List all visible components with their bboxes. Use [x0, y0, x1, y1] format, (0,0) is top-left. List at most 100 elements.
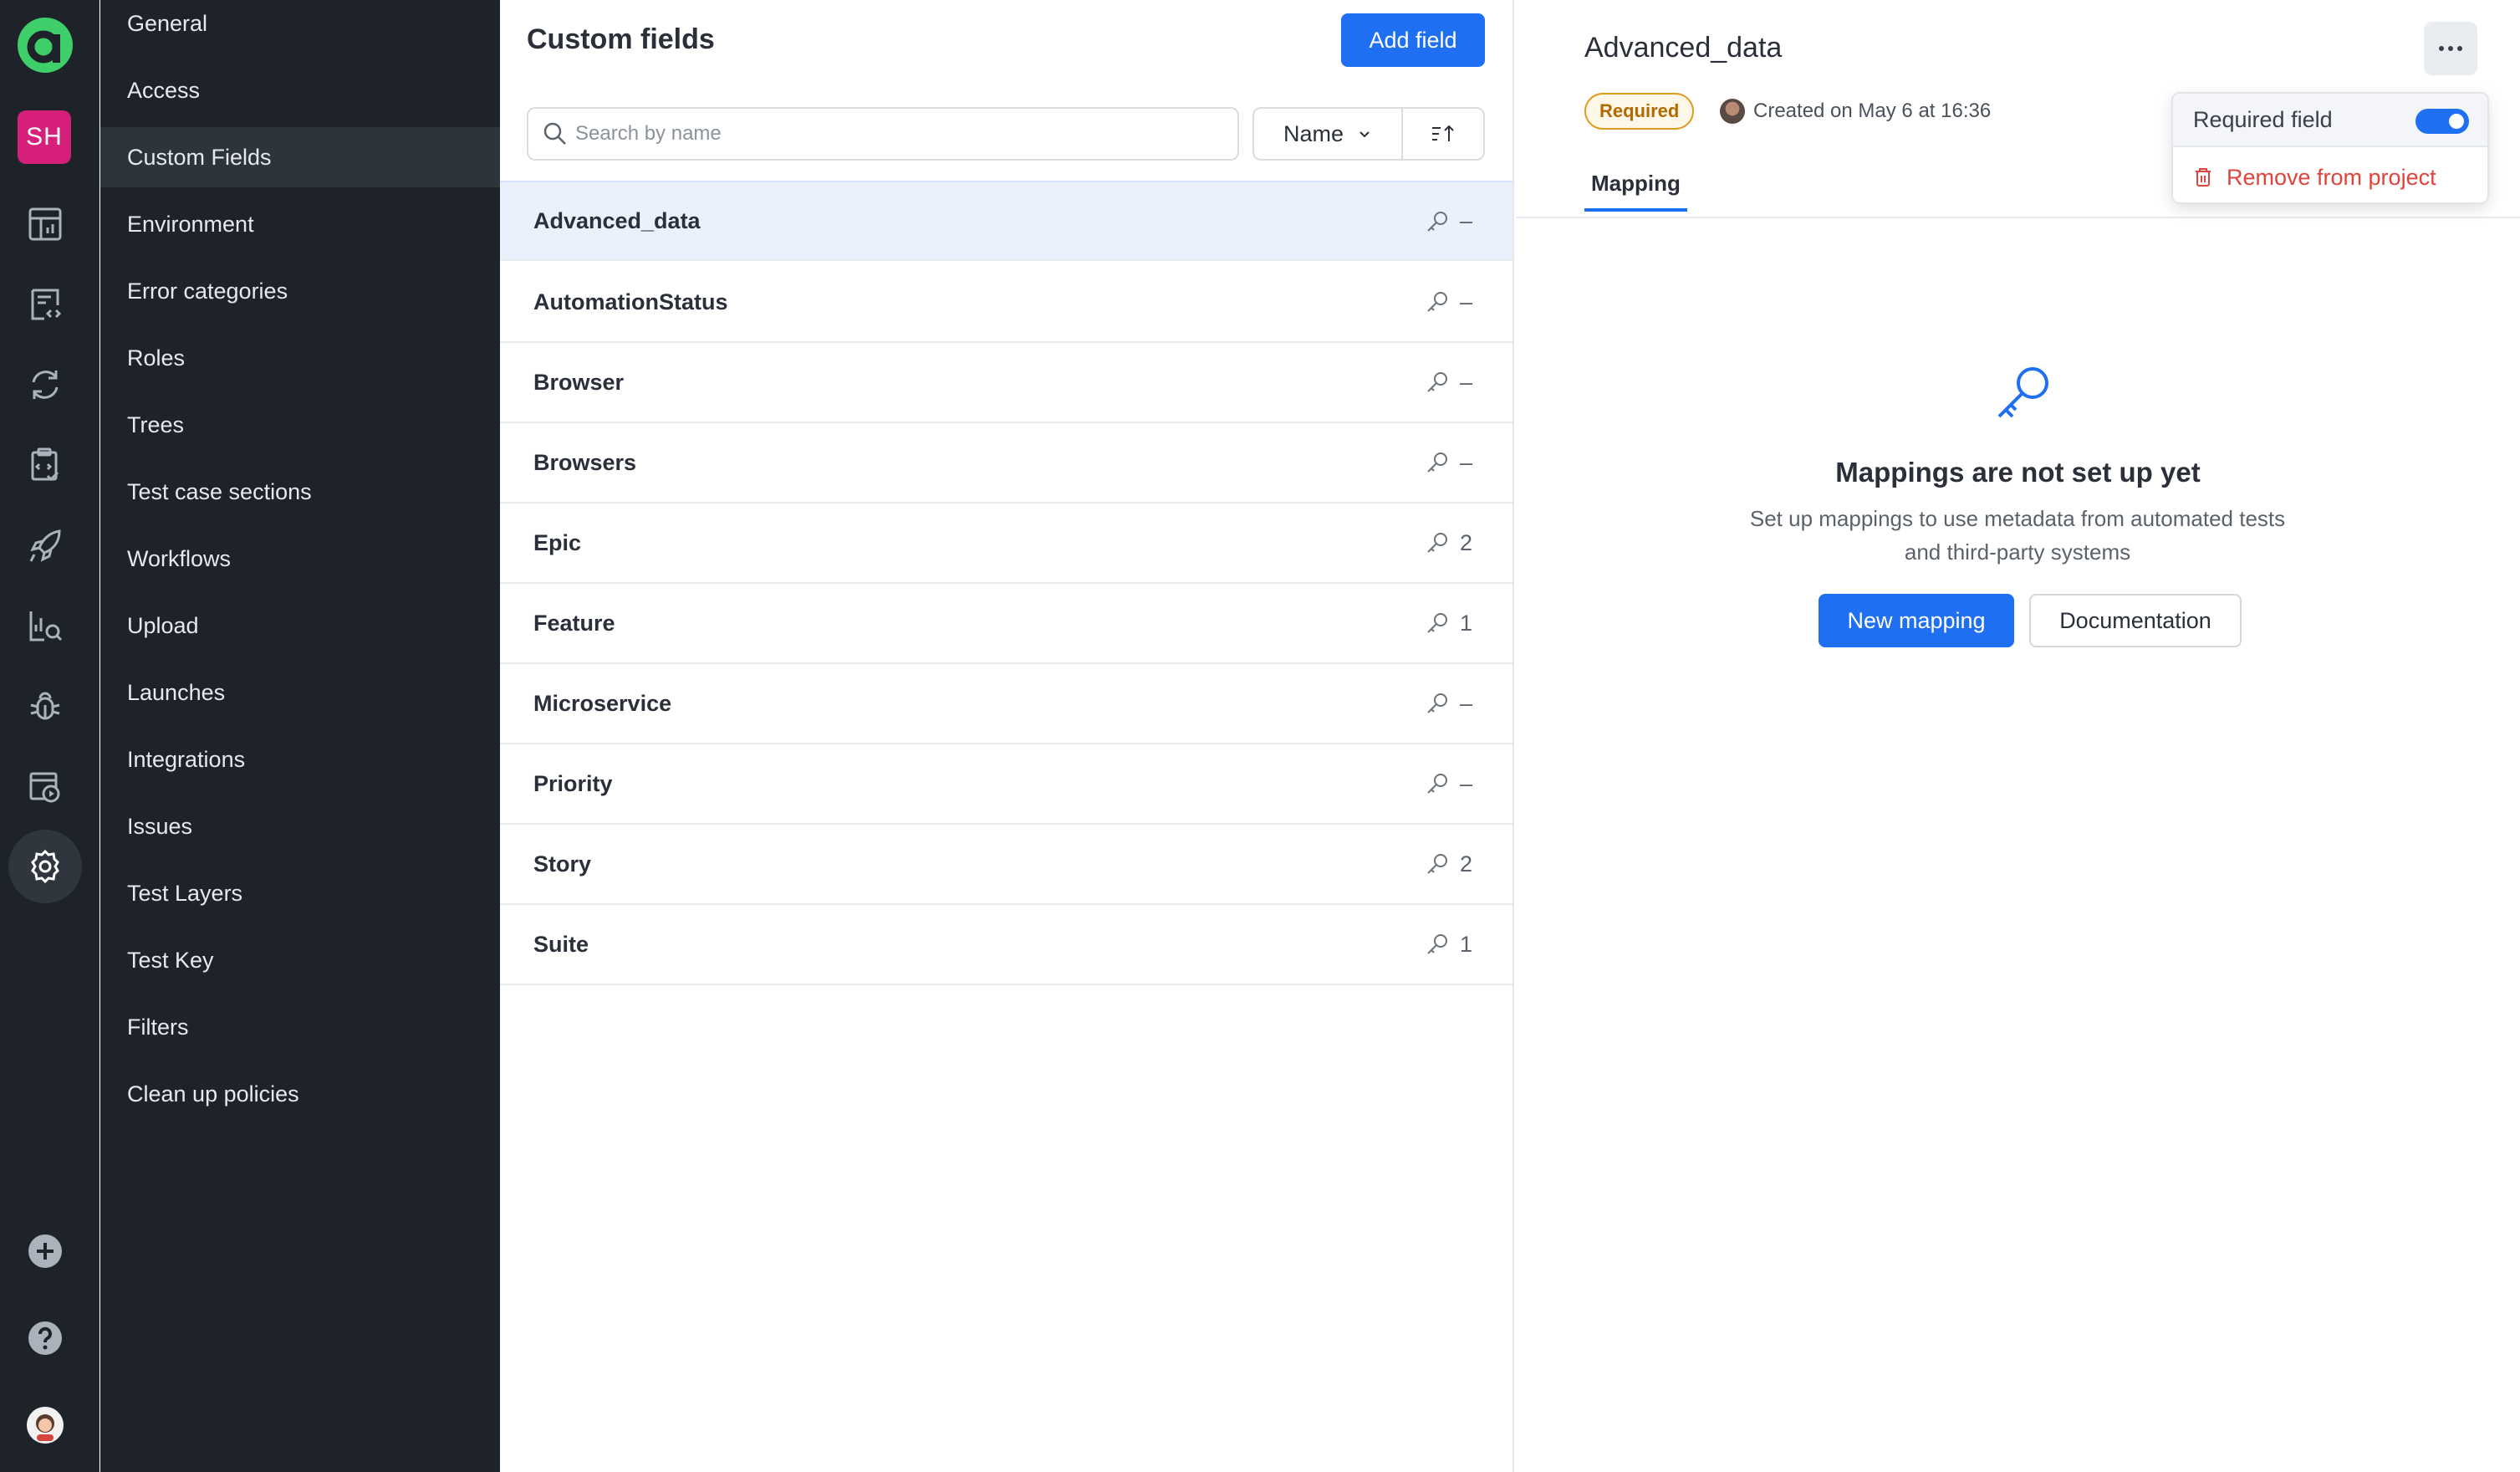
sort-field-label: Name — [1283, 120, 1344, 146]
nav-item-roles[interactable]: Roles — [100, 328, 500, 388]
help-icon[interactable] — [18, 1311, 72, 1365]
empty-state-description: Set up mappings to use metadata from aut… — [1725, 502, 2310, 569]
actions-dropdown: Required field Remove from project — [2171, 92, 2489, 204]
key-icon — [1427, 292, 1447, 312]
field-name: Browser — [533, 369, 625, 395]
nav-item-access[interactable]: Access — [100, 60, 500, 120]
key-icon — [1427, 774, 1447, 794]
page-title: Custom fields — [527, 23, 715, 55]
nav-item-trees[interactable]: Trees — [100, 395, 500, 455]
field-name: Story — [533, 851, 592, 877]
mapping-count: – — [1460, 369, 1473, 395]
nav-item-error-categories[interactable]: Error categories — [100, 261, 500, 321]
sync-icon[interactable] — [18, 358, 72, 411]
nav-item-launches[interactable]: Launches — [100, 662, 500, 723]
required-badge: Required — [1584, 93, 1695, 130]
nav-item-environment[interactable]: Environment — [100, 194, 500, 254]
key-icon — [1427, 452, 1447, 473]
settings-nav: General Access Custom Fields Environment… — [100, 0, 500, 1472]
table-row[interactable]: Feature 1 — [500, 584, 1513, 664]
key-icon — [1997, 367, 2048, 418]
table-row[interactable]: Browser – — [500, 343, 1513, 423]
mapping-count: 2 — [1460, 851, 1473, 877]
field-name: Microservice — [533, 690, 672, 716]
mapping-count: 1 — [1460, 610, 1473, 636]
remove-label: Remove from project — [2227, 164, 2436, 190]
analytics-icon[interactable] — [18, 599, 72, 652]
nav-item-integrations[interactable]: Integrations — [100, 729, 500, 790]
empty-state-description-line: and third-party systems — [1904, 539, 2131, 565]
jobs-icon[interactable] — [18, 759, 72, 813]
nav-item-test-layers[interactable]: Test Layers — [100, 863, 500, 923]
created-info: Created on May 6 at 16:36 — [1720, 99, 1991, 124]
table-row[interactable]: Priority – — [500, 744, 1513, 825]
field-name: Feature — [533, 610, 615, 636]
tab-mapping[interactable]: Mapping — [1584, 171, 1687, 212]
key-icon — [1427, 934, 1447, 954]
sort-direction-button[interactable] — [1403, 109, 1483, 159]
sort-ascending-icon — [1432, 125, 1454, 141]
table-row[interactable]: Story 2 — [500, 825, 1513, 905]
icon-rail: SH — [0, 0, 99, 1472]
new-mapping-button[interactable]: New mapping — [1819, 594, 2014, 647]
created-text: Created on May 6 at 16:36 — [1753, 100, 1992, 122]
mapping-count: – — [1460, 289, 1473, 314]
search-input[interactable] — [575, 122, 1211, 146]
nav-item-general[interactable]: General — [100, 0, 500, 54]
sort-field-select[interactable]: Name — [1254, 109, 1403, 159]
required-field-label: Required field — [2193, 106, 2333, 132]
nav-item-custom-fields[interactable]: Custom Fields — [100, 127, 500, 187]
nav-item-upload[interactable]: Upload — [100, 595, 500, 656]
field-name: Browsers — [533, 449, 637, 475]
custom-fields-panel: Custom fields Add field Name Advanced_da… — [500, 0, 1514, 1472]
field-title: Advanced_data — [1584, 32, 1783, 64]
nav-item-test-key[interactable]: Test Key — [100, 930, 500, 990]
table-row[interactable]: Epic 2 — [500, 503, 1513, 584]
nav-item-issues[interactable]: Issues — [100, 796, 500, 856]
mapping-count: 2 — [1460, 529, 1473, 555]
mapping-count: – — [1460, 449, 1473, 475]
add-icon[interactable] — [18, 1224, 72, 1278]
search-box — [527, 107, 1239, 161]
mapping-count: – — [1460, 690, 1473, 716]
more-actions-button[interactable] — [2424, 22, 2477, 75]
app-logo-icon[interactable] — [16, 16, 74, 74]
empty-state-description-line: Set up mappings to use metadata from aut… — [1749, 506, 2286, 531]
nav-item-clean-up-policies[interactable]: Clean up policies — [100, 1064, 500, 1124]
add-field-button[interactable]: Add field — [1341, 13, 1485, 67]
required-field-option[interactable]: Required field — [2173, 94, 2487, 147]
key-icon — [1427, 212, 1447, 232]
nav-item-filters[interactable]: Filters — [100, 997, 500, 1057]
nav-item-workflows[interactable]: Workflows — [100, 529, 500, 589]
user-avatar[interactable] — [18, 1398, 72, 1452]
remove-from-project-option[interactable]: Remove from project — [2193, 159, 2436, 196]
mapping-count: – — [1460, 770, 1473, 796]
creator-avatar — [1720, 99, 1745, 124]
launches-icon[interactable] — [18, 519, 72, 572]
project-avatar[interactable]: SH — [18, 110, 71, 164]
dashboard-icon[interactable] — [18, 197, 72, 251]
key-icon — [1427, 854, 1447, 874]
table-row[interactable]: Microservice – — [500, 664, 1513, 744]
key-icon — [1427, 533, 1447, 553]
table-row[interactable]: AutomationStatus – — [500, 263, 1513, 343]
key-icon — [1427, 372, 1447, 392]
test-cases-icon[interactable] — [18, 278, 72, 331]
field-detail-panel: Advanced_data Required Created on May 6 … — [1516, 0, 2520, 1472]
mapping-count: – — [1460, 207, 1473, 233]
settings-icon[interactable] — [8, 830, 82, 903]
test-plan-icon[interactable] — [18, 438, 72, 492]
table-row[interactable]: Suite 1 — [500, 905, 1513, 985]
bug-icon[interactable] — [18, 679, 72, 733]
field-name: Advanced_data — [533, 207, 701, 233]
empty-state-title: Mappings are not set up yet — [1835, 457, 2201, 488]
table-row[interactable]: Advanced_data – — [500, 181, 1513, 261]
more-horizontal-icon — [2439, 46, 2462, 51]
nav-item-test-case-sections[interactable]: Test case sections — [100, 462, 500, 522]
table-row[interactable]: Browsers – — [500, 423, 1513, 503]
documentation-button[interactable]: Documentation — [2029, 594, 2242, 647]
field-name: AutomationStatus — [533, 289, 728, 314]
key-icon — [1427, 613, 1447, 633]
required-toggle[interactable] — [2415, 109, 2469, 134]
chevron-down-icon — [1359, 131, 1370, 138]
